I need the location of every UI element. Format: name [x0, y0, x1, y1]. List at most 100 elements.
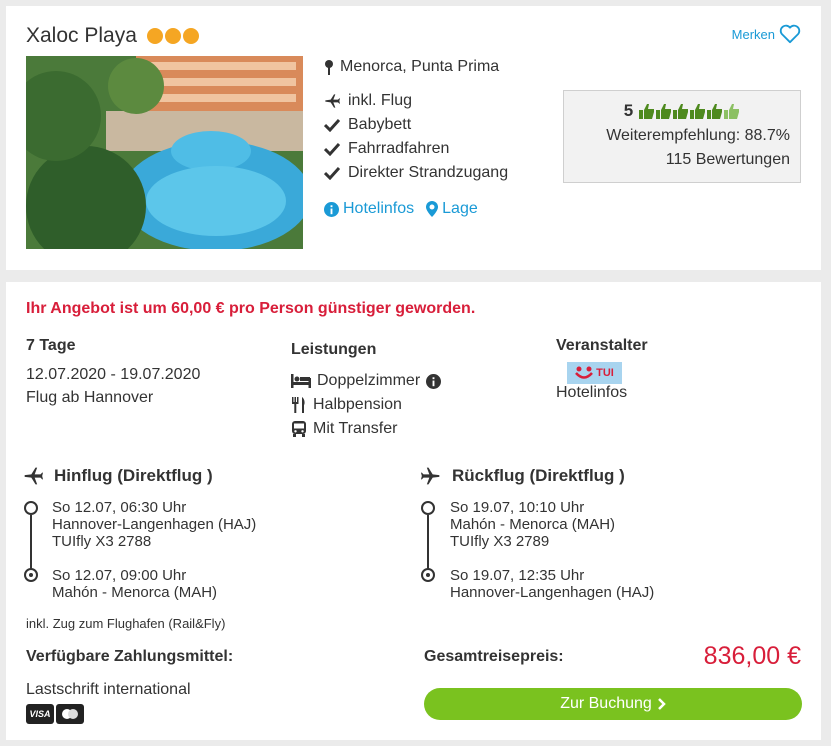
arrival-marker-icon — [421, 568, 435, 582]
bed-icon — [291, 374, 311, 388]
feature-label: Direkter Strandzugang — [348, 164, 509, 181]
payment-method: Lastschrift international — [26, 681, 191, 698]
total-price: 836,00 € — [703, 642, 801, 670]
duration: 7 Tage — [26, 337, 76, 354]
offer-card: Ihr Angebot ist um 60,00 € pro Person gü… — [6, 282, 821, 740]
tui-logo[interactable]: TUI — [567, 362, 622, 384]
hotel-title-row: Xaloc Playa — [26, 24, 199, 48]
feature-flight: inkl. Flug — [324, 92, 412, 110]
tui-logo-text: TUI — [596, 367, 614, 379]
rating-box[interactable]: 5 Weiterempfehlung: 88.7% 115 Bewertunge… — [563, 90, 801, 183]
hotel-location: Menorca, Punta Prima — [324, 58, 499, 76]
rating-score-row: 5 — [574, 101, 790, 121]
services-title: Leistungen — [291, 341, 377, 358]
service-label: Doppelzimmer — [317, 372, 421, 389]
arrival-marker-icon — [24, 568, 38, 582]
service-transfer: Mit Transfer — [291, 420, 397, 438]
departure-marker-icon — [421, 501, 435, 515]
outbound-dep-airport: Hannover-Langenhagen (HAJ) — [52, 516, 257, 533]
check-icon — [324, 166, 340, 180]
thumbs-up-icon — [707, 104, 723, 119]
outbound-arr-airport: Mahón - Menorca (MAH) — [52, 584, 218, 601]
bus-icon — [292, 421, 306, 437]
location-text: Menorca, Punta Prima — [340, 58, 500, 75]
return-dep-time: So 19.07, 10:10 Uhr — [450, 499, 585, 516]
thumbs-rating — [639, 103, 740, 119]
thumbs-up-icon — [724, 104, 740, 119]
star-icon — [182, 28, 199, 44]
feature-strandzugang: Direkter Strandzugang — [324, 164, 508, 182]
travel-dates: 12.07.2020 - 19.07.2020 — [26, 366, 201, 383]
payment-cards: VISA — [26, 704, 84, 724]
map-marker-icon — [426, 201, 439, 217]
thumbs-up-icon — [656, 104, 672, 119]
outbound-arrival: So 12.07, 09:00 Uhr Mahón - Menorca (MAH… — [52, 567, 217, 601]
return-title: Rückflug (Direktflug ) — [452, 466, 625, 485]
operator-hotelinfos-link[interactable]: Hotelinfos — [556, 384, 627, 402]
star-icon — [164, 28, 181, 44]
visa-card-icon: VISA — [26, 704, 54, 724]
operator-title: Veranstalter — [556, 337, 648, 354]
tui-smile-icon — [575, 366, 594, 379]
outbound-dep-time: So 12.07, 06:30 Uhr — [52, 499, 187, 516]
service-board: Halbpension — [291, 396, 402, 414]
outbound-arr-time: So 12.07, 09:00 Uhr — [52, 567, 187, 584]
outbound-flight-number: TUIfly X3 2788 — [52, 533, 152, 550]
info-icon[interactable] — [426, 373, 442, 389]
plane-icon — [325, 94, 340, 108]
booking-button-label: Zur Buchung — [560, 695, 652, 712]
lage-link[interactable]: Lage — [426, 200, 478, 218]
departure-city: Flug ab Hannover — [26, 389, 154, 406]
hotel-photo[interactable] — [26, 56, 303, 249]
feature-label: inkl. Flug — [348, 92, 413, 109]
plane-icon — [24, 467, 43, 485]
star-icon — [146, 28, 163, 44]
outbound-title: Hinflug (Direktflug ) — [54, 466, 213, 485]
service-label: Halbpension — [313, 396, 402, 413]
outbound-header: Hinflug (Direktflug ) — [22, 466, 213, 486]
review-count: 115 Bewertungen — [665, 151, 790, 168]
lage-label: Lage — [442, 200, 478, 217]
return-dep-airport: Mahón - Menorca (MAH) — [450, 516, 616, 533]
outbound-departure: So 12.07, 06:30 Uhr Hannover-Langenhagen… — [52, 499, 256, 550]
feature-fahrradfahren: Fahrradfahren — [324, 140, 449, 158]
total-price-label: Gesamtreisepreis: — [424, 648, 564, 665]
merken-label: Merken — [731, 26, 775, 42]
return-departure: So 19.07, 10:10 Uhr Mahón - Menorca (MAH… — [450, 499, 615, 550]
return-arr-airport: Hannover-Langenhagen (HAJ) — [450, 584, 655, 601]
feature-babybett: Babybett — [324, 116, 411, 134]
check-icon — [324, 118, 340, 132]
hotel-card: Xaloc Playa Merken Menorca, Punta Prima … — [6, 6, 821, 270]
cutlery-icon — [292, 397, 305, 413]
hotel-star-rating — [146, 28, 199, 44]
booking-button[interactable]: Zur Buchung — [424, 688, 802, 720]
price-drop-notice: Ihr Angebot ist um 60,00 € pro Person gü… — [26, 300, 476, 317]
check-icon — [324, 142, 340, 156]
departure-marker-icon — [24, 501, 38, 515]
service-label: Mit Transfer — [313, 420, 398, 437]
thumbs-up-icon — [673, 104, 689, 119]
heart-icon — [779, 24, 801, 44]
return-arrival: So 19.07, 12:35 Uhr Hannover-Langenhagen… — [450, 567, 654, 601]
chevron-right-icon — [657, 698, 666, 710]
return-header: Rückflug (Direktflug ) — [420, 466, 625, 486]
recommendation-rate: Weiterempfehlung: 88.7% — [606, 127, 790, 144]
hotel-links: Hotelinfos Lage — [324, 200, 478, 218]
merken-button[interactable]: Merken — [732, 24, 801, 44]
thumbs-up-icon — [690, 104, 706, 119]
payment-title: Verfügbare Zahlungsmittel: — [26, 648, 234, 665]
thumbs-up-icon — [639, 104, 655, 119]
plane-icon — [421, 467, 440, 485]
info-icon — [324, 201, 339, 217]
return-flight-number: TUIfly X3 2789 — [450, 533, 550, 550]
hotel-name[interactable]: Xaloc Playa — [26, 24, 137, 48]
return-arr-time: So 19.07, 12:35 Uhr — [450, 567, 585, 584]
hotelinfos-label: Hotelinfos — [343, 200, 415, 217]
hotelinfos-link[interactable]: Hotelinfos — [324, 200, 414, 218]
service-room: Doppelzimmer — [291, 372, 442, 390]
mastercard-icon — [56, 704, 84, 724]
map-pin-icon — [325, 60, 333, 75]
feature-label: Fahrradfahren — [348, 140, 450, 157]
rating-score: 5 — [623, 101, 634, 120]
rail-and-fly-note: inkl. Zug zum Flughafen (Rail&Fly) — [26, 616, 226, 631]
